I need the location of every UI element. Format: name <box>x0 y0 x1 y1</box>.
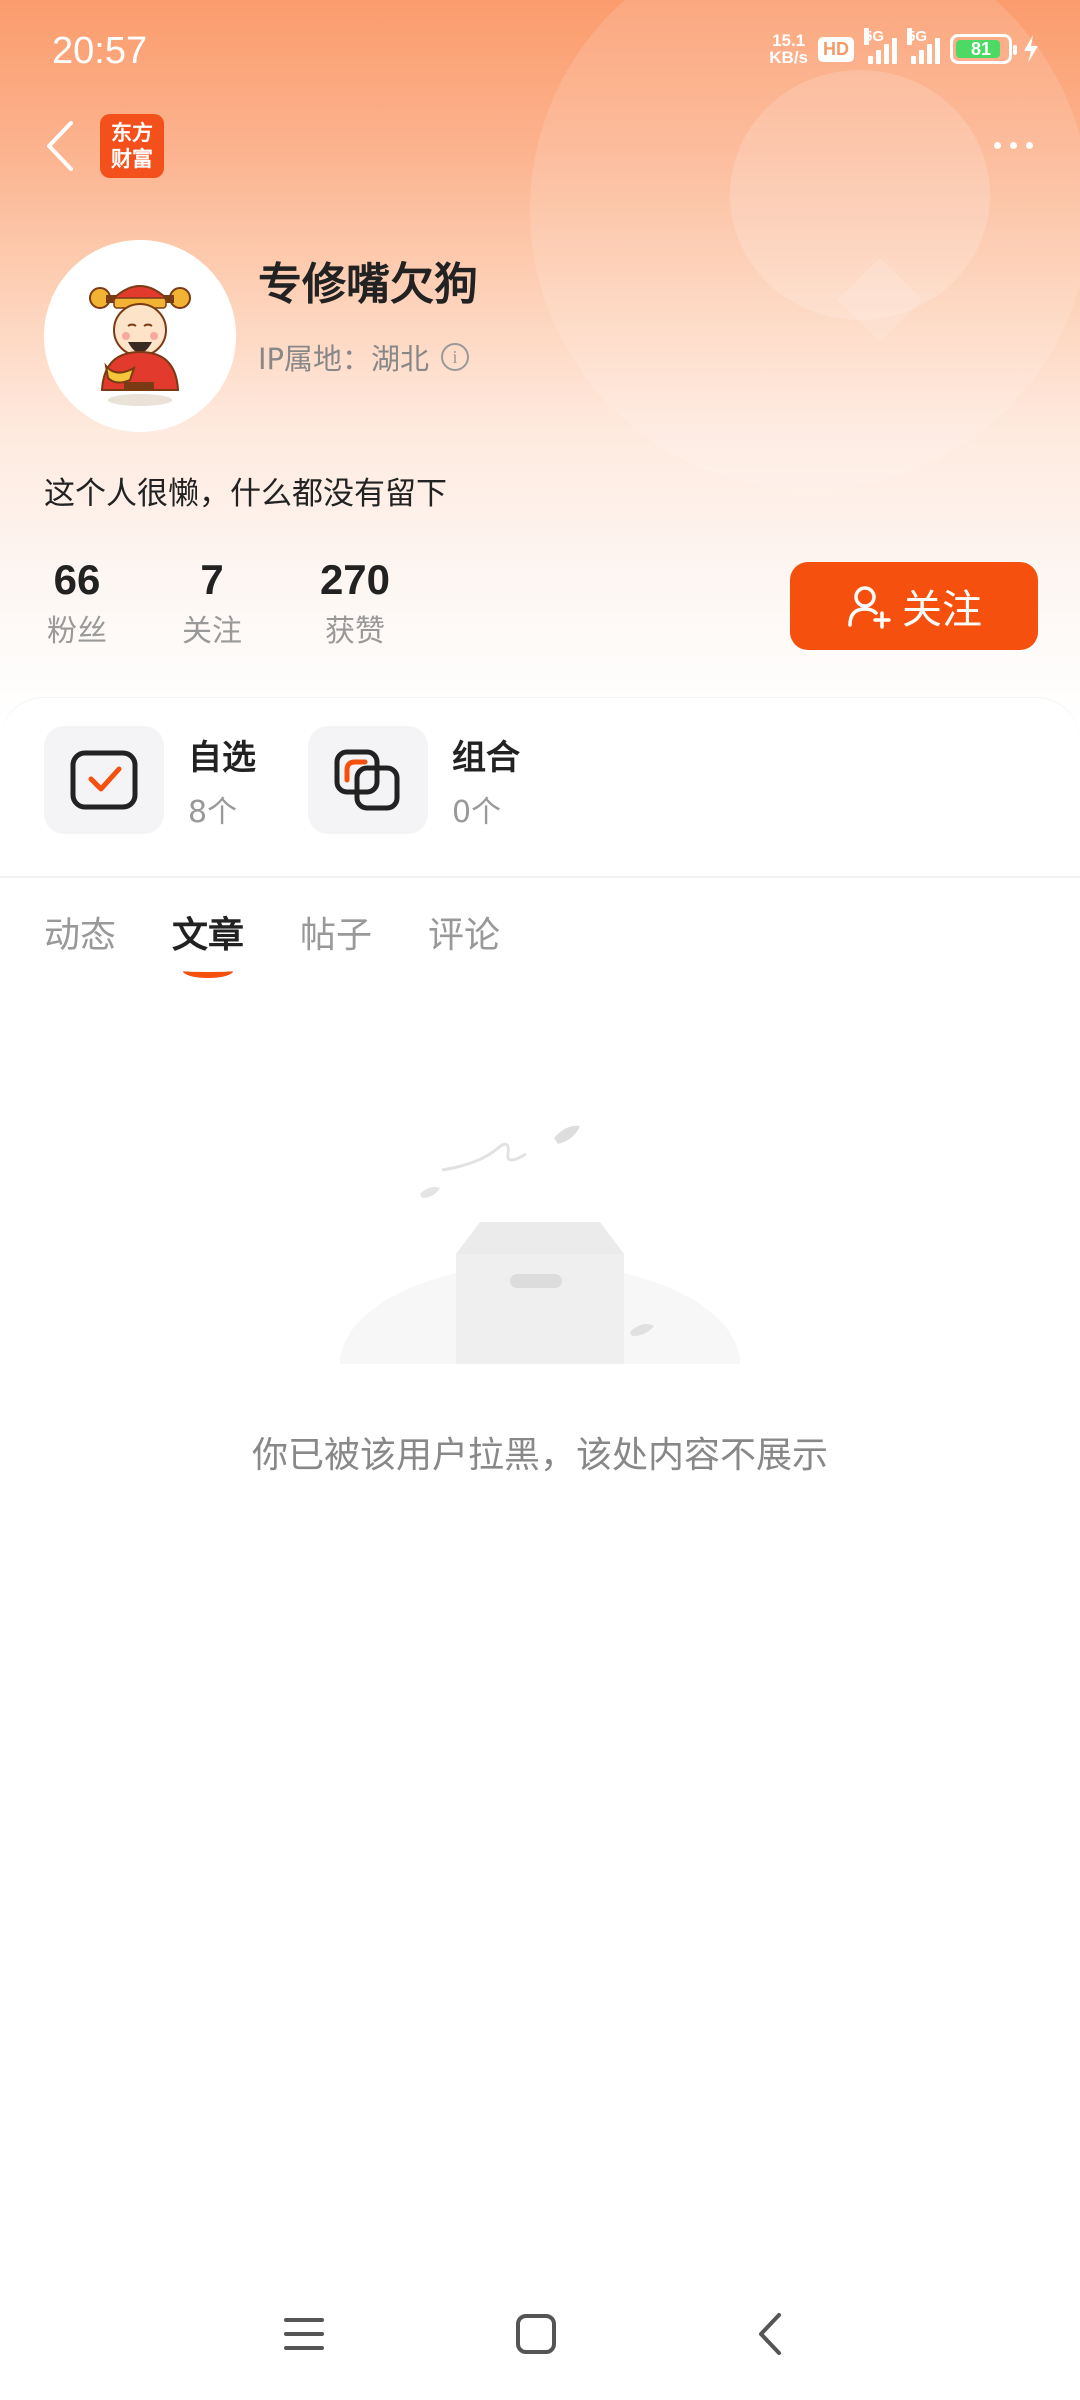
username: 专修嘴欠狗 <box>258 259 478 310</box>
ip-location-row: IP属地：湖北 i <box>258 336 470 378</box>
tab-label: 文章 <box>172 915 245 956</box>
home-button[interactable] <box>506 2304 566 2364</box>
system-nav-bar <box>0 2290 1080 2380</box>
bio: 这个人很懒，什么都没有留下 <box>44 476 447 512</box>
shortcut-title: 自选 <box>188 737 256 778</box>
shortcut-count: 0个 <box>452 794 502 830</box>
shortcut-portfolio[interactable]: 组合 0个 <box>308 726 520 834</box>
portfolio-icon-box <box>308 726 428 834</box>
tab-label: 评论 <box>428 915 501 956</box>
status-time: 20:57 <box>52 30 148 72</box>
portfolio-icon <box>334 749 400 811</box>
hd-badge: HD <box>818 36 854 62</box>
more-icon-dot <box>993 141 1001 149</box>
menu-button[interactable] <box>274 2304 334 2364</box>
stat-value: 270 <box>319 556 391 603</box>
avatar[interactable] <box>44 240 236 432</box>
status-bar: 20:57 15.1 KB/s HD 5G 5G 81 <box>0 0 1080 110</box>
battery-icon: 81 <box>950 34 1017 64</box>
follow-button[interactable]: 关注 <box>790 562 1038 650</box>
stat-value: 66 <box>53 556 101 603</box>
divider <box>0 876 1080 878</box>
stat-value: 7 <box>200 556 224 603</box>
system-back-button[interactable] <box>740 2304 800 2364</box>
empty-box-illustration <box>330 1125 750 1374</box>
logo-text-line1: 东方 <box>111 120 153 145</box>
tab-posts[interactable]: 帖子 <box>300 906 372 978</box>
watchlist-icon <box>70 750 138 810</box>
tab-dynamics[interactable]: 动态 <box>44 906 116 978</box>
tab-articles[interactable]: 文章 <box>172 906 244 978</box>
home-icon <box>516 2314 556 2354</box>
signal-label-2: 5G <box>907 28 928 45</box>
more-icon-dot <box>1025 141 1033 149</box>
shortcut-count: 8个 <box>188 794 238 830</box>
follow-user-icon <box>848 586 891 629</box>
tab-label: 动态 <box>44 915 117 956</box>
stat-label: 获赞 <box>325 614 385 649</box>
empty-state-text: 你已被该用户拉黑，该处内容不展示 <box>251 1435 828 1476</box>
stat-likes[interactable]: 270 获赞 <box>312 556 398 650</box>
app-logo[interactable]: 东方 财富 <box>100 114 164 178</box>
watchlist-icon-box <box>44 726 164 834</box>
stat-fans[interactable]: 66 粉丝 <box>44 556 110 650</box>
signal-icon-2: 5G <box>907 28 940 64</box>
stats-row: 66 粉丝 7 关注 270 获赞 <box>44 556 406 650</box>
back-icon <box>759 2313 781 2355</box>
network-speed-value: 15.1 <box>772 31 806 50</box>
avatar-image <box>44 240 236 432</box>
charging-icon <box>1024 35 1038 63</box>
back-button[interactable] <box>40 116 80 176</box>
battery-level: 81 <box>970 38 992 59</box>
menu-icon <box>284 2318 324 2350</box>
back-arrow-icon <box>47 121 73 171</box>
network-speed: 15.1 KB/s <box>769 32 808 66</box>
stat-following[interactable]: 7 关注 <box>174 556 250 650</box>
tab-bar: 动态 文章 帖子 评论 <box>44 906 500 978</box>
info-icon[interactable]: i <box>441 343 470 371</box>
network-speed-unit: KB/s <box>769 48 808 67</box>
content-card: 自选 8个 组合 0个 动态 文章 帖子 评论 你已被该用户拉黑，该处内容不展示 <box>0 698 1080 2400</box>
logo-text-line2: 财富 <box>111 146 153 171</box>
ip-location: IP属地：湖北 <box>258 342 430 376</box>
signal-icon: 5G <box>864 28 897 64</box>
tab-comments[interactable]: 评论 <box>428 906 500 978</box>
status-icons: 15.1 KB/s HD 5G 5G 81 <box>769 28 1040 66</box>
signal-label: 5G <box>864 28 885 45</box>
more-button[interactable] <box>986 130 1040 160</box>
shortcut-title: 组合 <box>452 737 520 778</box>
stat-label: 关注 <box>182 614 242 649</box>
stat-label: 粉丝 <box>47 614 107 649</box>
follow-button-label: 关注 <box>902 587 982 633</box>
shortcut-watchlist[interactable]: 自选 8个 <box>44 726 256 834</box>
active-tab-indicator <box>183 964 234 978</box>
tab-label: 帖子 <box>300 915 373 956</box>
more-icon-dot <box>1009 141 1017 149</box>
